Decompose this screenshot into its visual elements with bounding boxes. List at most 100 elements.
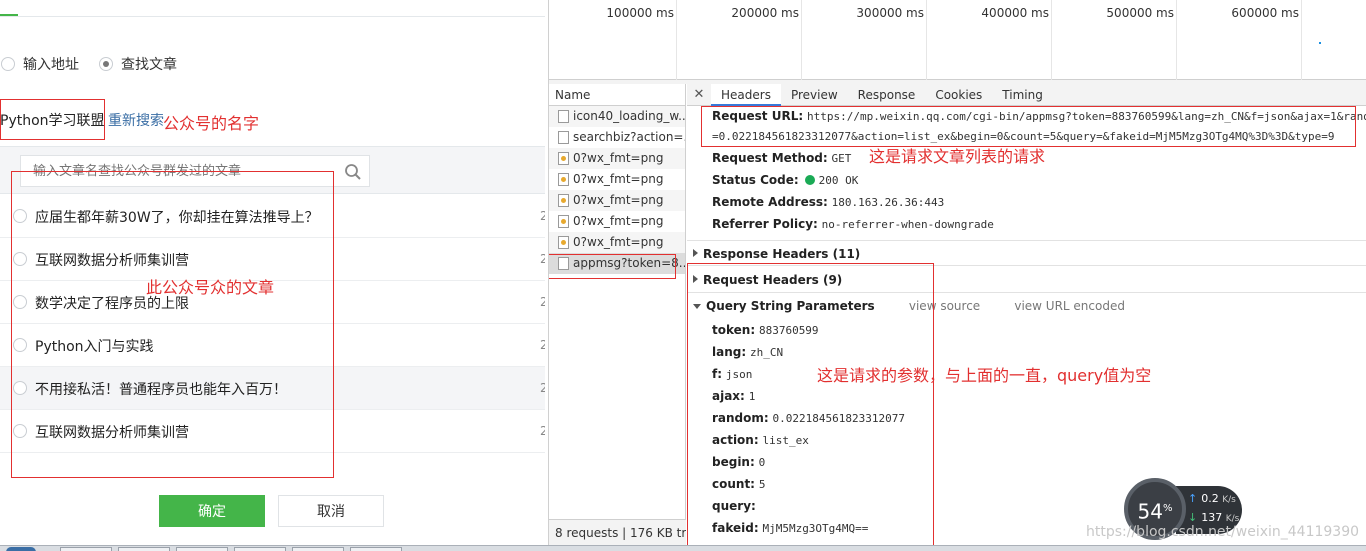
status-code-label: Status Code: <box>712 173 799 187</box>
annotation-params: 这是请求的参数，与上面的一直，query值为空 <box>817 366 1152 385</box>
upload-arrow-icon: ↑ <box>1188 492 1198 505</box>
radio-label-input-address[interactable]: 输入地址 <box>23 54 79 74</box>
request-row[interactable]: 0?wx_fmt=png <box>549 190 685 211</box>
timeline-tick: 300000 ms <box>856 6 924 20</box>
request-list: Name icon40_loading_w... searchbiz?actio… <box>549 84 686 545</box>
request-row[interactable]: 0?wx_fmt=png <box>549 169 685 190</box>
request-name: 0?wx_fmt=png <box>573 193 664 207</box>
request-row[interactable]: 0?wx_fmt=png <box>549 211 685 232</box>
tab-timing[interactable]: Timing <box>992 84 1053 106</box>
status-code-row: Status Code: 200 OK <box>712 173 858 187</box>
network-timeline[interactable]: 100000 ms 200000 ms 300000 ms 400000 ms … <box>549 0 1366 80</box>
taskbar-button[interactable] <box>118 547 170 551</box>
annotation-box-articles <box>11 171 334 478</box>
request-rows: icon40_loading_w... searchbiz?action=...… <box>549 106 685 274</box>
request-method-label: Request Method: <box>712 151 828 165</box>
taskbar-button[interactable] <box>350 547 402 551</box>
taskbar-button[interactable] <box>234 547 286 551</box>
article-date-clipped: 2 <box>540 424 545 438</box>
radio-input-address[interactable] <box>1 57 15 71</box>
tab-cookies[interactable]: Cookies <box>925 84 992 106</box>
request-summary: 8 requests | 176 KB tr... <box>549 519 686 545</box>
taskbar-button[interactable] <box>292 547 344 551</box>
timeline-gridline <box>1051 0 1052 80</box>
request-row[interactable]: icon40_loading_w... <box>549 106 685 127</box>
referrer-policy-value: no-referrer-when-downgrade <box>821 218 994 231</box>
referrer-policy-row: Referrer Policy: no-referrer-when-downgr… <box>712 217 994 231</box>
request-row[interactable]: 0?wx_fmt=png <box>549 148 685 169</box>
search-icon[interactable] <box>344 163 362 181</box>
article-date-clipped: 2 <box>540 252 545 266</box>
request-name: searchbiz?action=... <box>573 130 685 144</box>
timeline-gridline <box>926 0 927 80</box>
tab-headers[interactable]: Headers <box>711 83 781 106</box>
annotation-url: 这是请求文章列表的请求 <box>869 147 1046 166</box>
request-name: icon40_loading_w... <box>573 109 685 123</box>
devtools-network-panel: 100000 ms 200000 ms 300000 ms 400000 ms … <box>548 0 1366 545</box>
tab-preview[interactable]: Preview <box>781 84 848 106</box>
taskbar-button[interactable] <box>176 547 228 551</box>
download-arrow-icon: ↓ <box>1188 511 1198 524</box>
request-method-value: GET <box>831 152 852 165</box>
account-name: Python学习联盟 <box>0 113 105 129</box>
annotation-box-params <box>687 263 934 545</box>
radio-label-find-article[interactable]: 查找文章 <box>121 54 177 74</box>
timeline-gridline <box>1301 0 1302 80</box>
remote-address-value: 180.163.26.36:443 <box>831 196 945 209</box>
request-detail: ✕ Headers Preview Response Cookies Timin… <box>687 83 1366 545</box>
status-ok-icon <box>804 175 815 185</box>
expand-triangle-icon <box>693 249 698 257</box>
radio-find-article[interactable] <box>99 57 113 71</box>
request-method-row: Request Method: GET <box>712 151 851 165</box>
request-row[interactable]: searchbiz?action=... <box>549 127 685 148</box>
download-speed: 137 <box>1201 511 1223 524</box>
name-column-header[interactable]: Name <box>549 84 685 106</box>
response-headers-section[interactable]: Response Headers (11) <box>693 247 860 261</box>
document-icon <box>558 110 569 123</box>
start-button[interactable] <box>6 547 36 551</box>
cancel-button[interactable]: 取消 <box>278 495 384 527</box>
request-row[interactable]: 0?wx_fmt=png <box>549 232 685 253</box>
timeline-gridline <box>1176 0 1177 80</box>
image-file-icon <box>558 152 569 165</box>
timeline-tick: 500000 ms <box>1106 6 1174 20</box>
article-date-clipped: 2 <box>540 381 545 395</box>
usage-percent: 54 <box>1137 499 1163 524</box>
image-file-icon <box>558 194 569 207</box>
image-file-icon <box>558 236 569 249</box>
timeline-request-mark <box>1319 42 1321 44</box>
request-name: 0?wx_fmt=png <box>573 172 664 186</box>
annotation-account: 公众号的名字 <box>163 114 260 133</box>
request-name: 0?wx_fmt=png <box>573 235 664 249</box>
upload-unit: K/s <box>1222 495 1236 505</box>
view-url-encoded-link[interactable]: view URL encoded <box>1014 299 1125 313</box>
timeline-gridline <box>676 0 677 80</box>
article-picker-dialog: 输入地址 查找文章 Python学习联盟 重新搜索 公众号的名字 应届生都年薪3… <box>0 0 545 545</box>
resync-link[interactable]: 重新搜索 <box>108 110 164 130</box>
download-unit: K/s <box>1225 514 1240 524</box>
remote-address-row: Remote Address: 180.163.26.36:443 <box>712 195 944 209</box>
article-date-clipped: 2 <box>540 338 545 352</box>
watermark: https://blog.csdn.net/weixin_44119390 <box>1086 524 1360 540</box>
request-name: 0?wx_fmt=png <box>573 151 664 165</box>
taskbar <box>0 545 1366 551</box>
search-mode-radios: 输入地址 查找文章 <box>0 54 197 74</box>
image-file-icon <box>558 173 569 186</box>
close-icon[interactable]: ✕ <box>687 87 711 102</box>
annotation-box-request <box>549 254 676 279</box>
annotation-box-url <box>701 106 1356 147</box>
referrer-policy-label: Referrer Policy: <box>712 217 818 231</box>
annotation-articles: 此公众号众的文章 <box>146 278 275 297</box>
divider <box>687 240 1366 241</box>
divider <box>0 16 545 17</box>
article-date-clipped: 2 <box>540 209 545 223</box>
status-code-value: 200 OK <box>818 174 859 187</box>
taskbar-button[interactable] <box>60 547 112 551</box>
timeline-tick: 600000 ms <box>1231 6 1299 20</box>
document-icon <box>558 131 569 144</box>
timeline-tick: 400000 ms <box>981 6 1049 20</box>
tab-response[interactable]: Response <box>848 84 926 106</box>
detail-tabs: ✕ Headers Preview Response Cookies Timin… <box>687 83 1366 106</box>
image-file-icon <box>558 215 569 228</box>
confirm-button[interactable]: 确定 <box>159 495 265 527</box>
